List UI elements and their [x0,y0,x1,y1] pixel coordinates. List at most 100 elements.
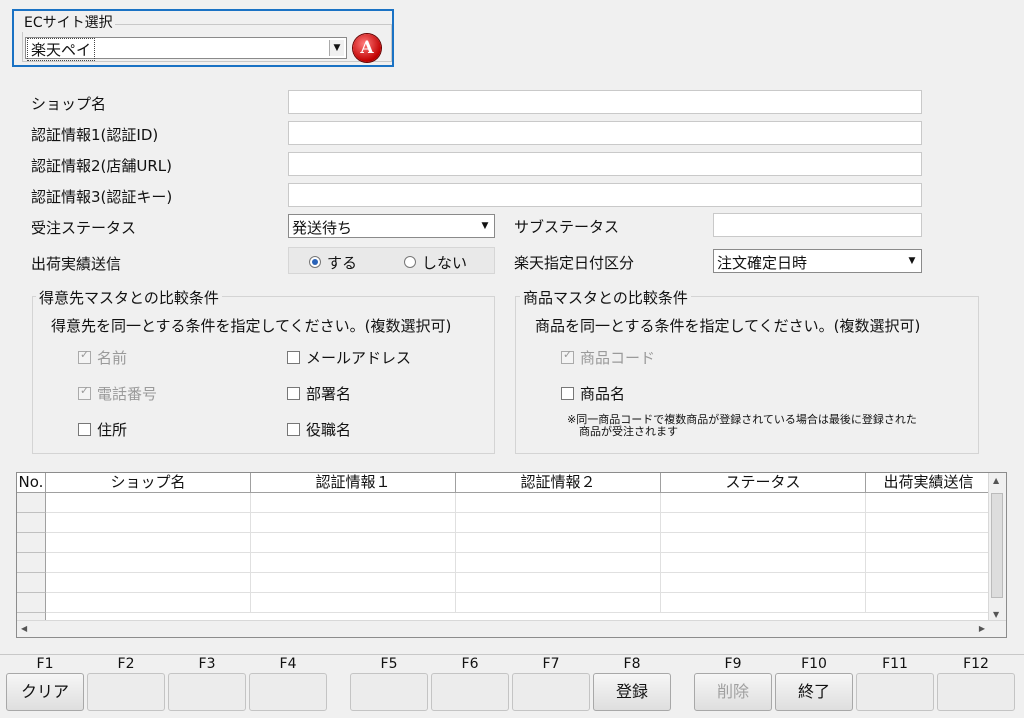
table-row[interactable] [46,573,991,593]
column-header-auth2[interactable]: 認証情報２ [456,473,661,493]
radio-selected-icon [309,256,321,268]
f12-button[interactable] [937,673,1015,711]
auth2-label: 認証情報2(店舗URL) [31,157,173,175]
customer-position-label: 役職名 [306,421,352,439]
fkey-label-f11: F11 [882,656,908,672]
column-header-status[interactable]: ステータス [661,473,866,493]
chevron-down-icon[interactable]: ▼ [329,40,344,56]
exit-button[interactable]: 終了 [775,673,853,711]
shipment-send-yes-radio[interactable]: する [309,252,357,273]
help-icon[interactable]: A [353,34,381,62]
horizontal-scrollbar[interactable]: ◀ ▶ [17,620,1006,637]
fkey-label-f1: F1 [36,656,54,672]
ec-site-select[interactable]: 楽天ペイ ▼ [25,37,347,61]
shipment-send-no-radio[interactable]: しない [404,252,467,273]
row-header[interactable] [17,553,46,573]
table-row[interactable] [46,513,991,533]
product-code-label: 商品コード [580,349,656,367]
row-header[interactable] [17,573,46,593]
auth1-label: 認証情報1(認証ID) [31,126,159,144]
checkbox-checked-icon: ✓ [78,384,91,400]
table-row[interactable] [46,553,991,573]
sub-status-label: サブステータス [514,218,620,236]
row-header[interactable] [17,593,46,613]
order-status-value: 発送待ち [292,219,353,237]
column-header-auth1[interactable]: 認証情報１ [251,473,456,493]
fkey-label-f3: F3 [198,656,216,672]
vertical-scrollbar[interactable]: ▲ ▼ [988,473,1006,622]
fkey-label-f7: F7 [542,656,560,672]
product-compare-instruction: 商品を同一とする条件を指定してください。(複数選択可) [535,317,921,335]
checkbox-icon [287,423,300,436]
checkbox-icon [287,387,300,400]
shipment-send-label: 出荷実績送信 [31,255,122,273]
scroll-down-icon[interactable]: ▼ [993,610,999,619]
register-button[interactable]: 登録 [593,673,671,711]
customer-compare-instruction: 得意先を同一とする条件を指定してください。(複数選択可) [51,317,452,335]
ec-site-selected-value: 楽天ペイ [26,38,96,61]
rakuten-date-value: 注文確定日時 [717,254,808,272]
ec-site-group-label: ECサイト選択 [22,12,115,32]
scroll-up-icon[interactable]: ▲ [993,476,999,485]
customer-name-label: 名前 [97,349,128,367]
customer-position-checkbox[interactable]: 役職名 [287,419,351,440]
product-name-checkbox[interactable]: 商品名 [561,383,625,404]
f7-button[interactable] [512,673,590,711]
row-header[interactable] [17,493,46,513]
auth1-input[interactable] [288,121,922,145]
checkbox-checked-icon: ✓ [561,348,574,364]
customer-dept-checkbox[interactable]: 部署名 [287,383,351,404]
column-header-shipment-send[interactable]: 出荷実績送信 [866,473,991,493]
customer-phone-checkbox: ✓ 電話番号 [78,383,157,404]
customer-phone-label: 電話番号 [97,385,158,403]
product-note-line2: 商品が受注されます [579,425,678,438]
f3-button[interactable] [168,673,246,711]
f6-button[interactable] [431,673,509,711]
rakuten-date-label: 楽天指定日付区分 [514,254,635,272]
shop-name-input[interactable] [288,90,922,114]
f5-button[interactable] [350,673,428,711]
fkey-label-f8: F8 [623,656,641,672]
scroll-left-icon[interactable]: ◀ [21,624,27,633]
order-status-select[interactable]: 発送待ち ▼ [288,214,495,238]
table-row[interactable] [46,493,991,513]
auth2-input[interactable] [288,152,922,176]
radio-no-label: しない [422,254,468,272]
product-compare-title: 商品マスタとの比較条件 [520,287,691,308]
customer-compare-title: 得意先マスタとの比較条件 [36,287,222,308]
column-header-shop-name[interactable]: ショップ名 [46,473,251,493]
checkbox-icon [561,387,574,400]
customer-name-checkbox: ✓ 名前 [78,347,127,368]
fkey-label-f9: F9 [724,656,742,672]
table-row[interactable] [46,533,991,553]
checkbox-icon [287,351,300,364]
row-header[interactable] [17,533,46,553]
customer-email-label: メールアドレス [306,349,412,367]
rakuten-date-select[interactable]: 注文確定日時 ▼ [713,249,922,273]
customer-dept-label: 部署名 [306,385,352,403]
fkey-label-f10: F10 [801,656,827,672]
sub-status-input[interactable] [713,213,922,237]
customer-address-checkbox[interactable]: 住所 [78,419,127,440]
f4-button[interactable] [249,673,327,711]
fkey-label-f2: F2 [117,656,135,672]
scrollbar-thumb[interactable] [991,493,1003,598]
radio-unselected-icon [404,256,416,268]
chevron-down-icon[interactable]: ▼ [905,253,919,269]
customer-address-label: 住所 [97,421,128,439]
table-row[interactable] [46,593,991,613]
f2-button[interactable] [87,673,165,711]
product-code-checkbox: ✓ 商品コード [561,347,655,368]
fkey-label-f5: F5 [380,656,398,672]
clear-button[interactable]: クリア [6,673,84,711]
scroll-right-icon[interactable]: ▶ [979,624,985,633]
fkey-label-f12: F12 [963,656,989,672]
column-header-no[interactable]: No. [17,473,46,493]
shop-table[interactable]: No. ショップ名 認証情報１ 認証情報２ ステータス 出荷実績送信 ▲ ▼ ◀… [16,472,1007,638]
auth3-input[interactable] [288,183,922,207]
customer-email-checkbox[interactable]: メールアドレス [287,347,411,368]
row-header[interactable] [17,513,46,533]
delete-button: 削除 [694,673,772,711]
f11-button[interactable] [856,673,934,711]
chevron-down-icon[interactable]: ▼ [478,218,492,234]
